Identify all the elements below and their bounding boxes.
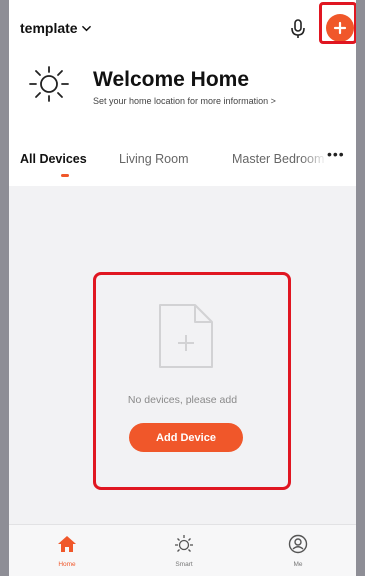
- home-name: template: [20, 20, 78, 36]
- tab-all-devices[interactable]: All Devices: [20, 152, 87, 166]
- phone-screen: template Welcome Home Set your home loca…: [9, 0, 356, 576]
- tab-fade: [301, 146, 327, 176]
- device-list-empty: No devices, please add Add Device: [9, 186, 356, 524]
- home-selector[interactable]: template: [20, 20, 91, 36]
- bottom-nav: Home Smart Me: [9, 524, 356, 576]
- user-icon: [288, 534, 308, 554]
- nav-me[interactable]: Me: [268, 533, 328, 568]
- sun-icon: [175, 535, 193, 552]
- nav-me-label: Me: [293, 561, 303, 568]
- highlight-box-add: [319, 2, 356, 44]
- nav-smart[interactable]: Smart: [154, 533, 214, 568]
- tab-living-room[interactable]: Living Room: [119, 152, 188, 166]
- more-rooms-icon[interactable]: •••: [327, 146, 345, 162]
- active-tab-indicator: [61, 174, 69, 177]
- top-bar: template: [9, 0, 356, 56]
- highlight-box-empty: [93, 272, 291, 490]
- welcome-banner[interactable]: Welcome Home Set your home location for …: [9, 56, 356, 146]
- welcome-subtitle[interactable]: Set your home location for more informat…: [93, 96, 276, 106]
- room-tabs: All Devices Living Room Master Bedroom •…: [9, 146, 356, 186]
- welcome-title: Welcome Home: [93, 68, 249, 91]
- microphone-icon[interactable]: [289, 18, 307, 40]
- sun-icon: [29, 66, 69, 102]
- nav-home[interactable]: Home: [37, 533, 97, 568]
- home-icon: [58, 536, 76, 552]
- chevron-down-icon: [81, 25, 91, 31]
- nav-home-label: Home: [58, 561, 76, 568]
- nav-smart-label: Smart: [175, 561, 193, 568]
